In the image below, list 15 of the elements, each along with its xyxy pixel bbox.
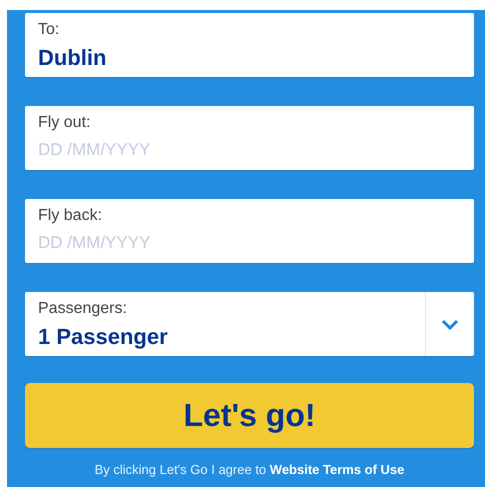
field-placeholder: DD /MM/YYYY (38, 233, 152, 253)
input-field[interactable]: To: Dublin (25, 13, 474, 77)
field-label: Fly back: (38, 207, 104, 225)
field-value: 1 Passenger (38, 324, 169, 350)
field-label: Passengers: (38, 300, 128, 318)
passengers-dropdown[interactable]: Passengers: 1 Passenger (25, 292, 474, 356)
field-label: To: (38, 21, 60, 39)
input-field[interactable]: Fly back: DD /MM/YYYY (25, 199, 474, 263)
field-placeholder: DD /MM/YYYY (38, 140, 152, 160)
terms-text: By clicking Let's Go I agree to Website Terms of Use (94, 462, 406, 477)
chevron-down-icon (441, 318, 459, 330)
lets-go-button[interactable]: Let's go! (25, 383, 474, 448)
field-value: Dublin (38, 45, 108, 71)
field-label: Fly out: (38, 114, 92, 132)
input-field[interactable]: Fly out: DD /MM/YYYY (25, 106, 474, 170)
